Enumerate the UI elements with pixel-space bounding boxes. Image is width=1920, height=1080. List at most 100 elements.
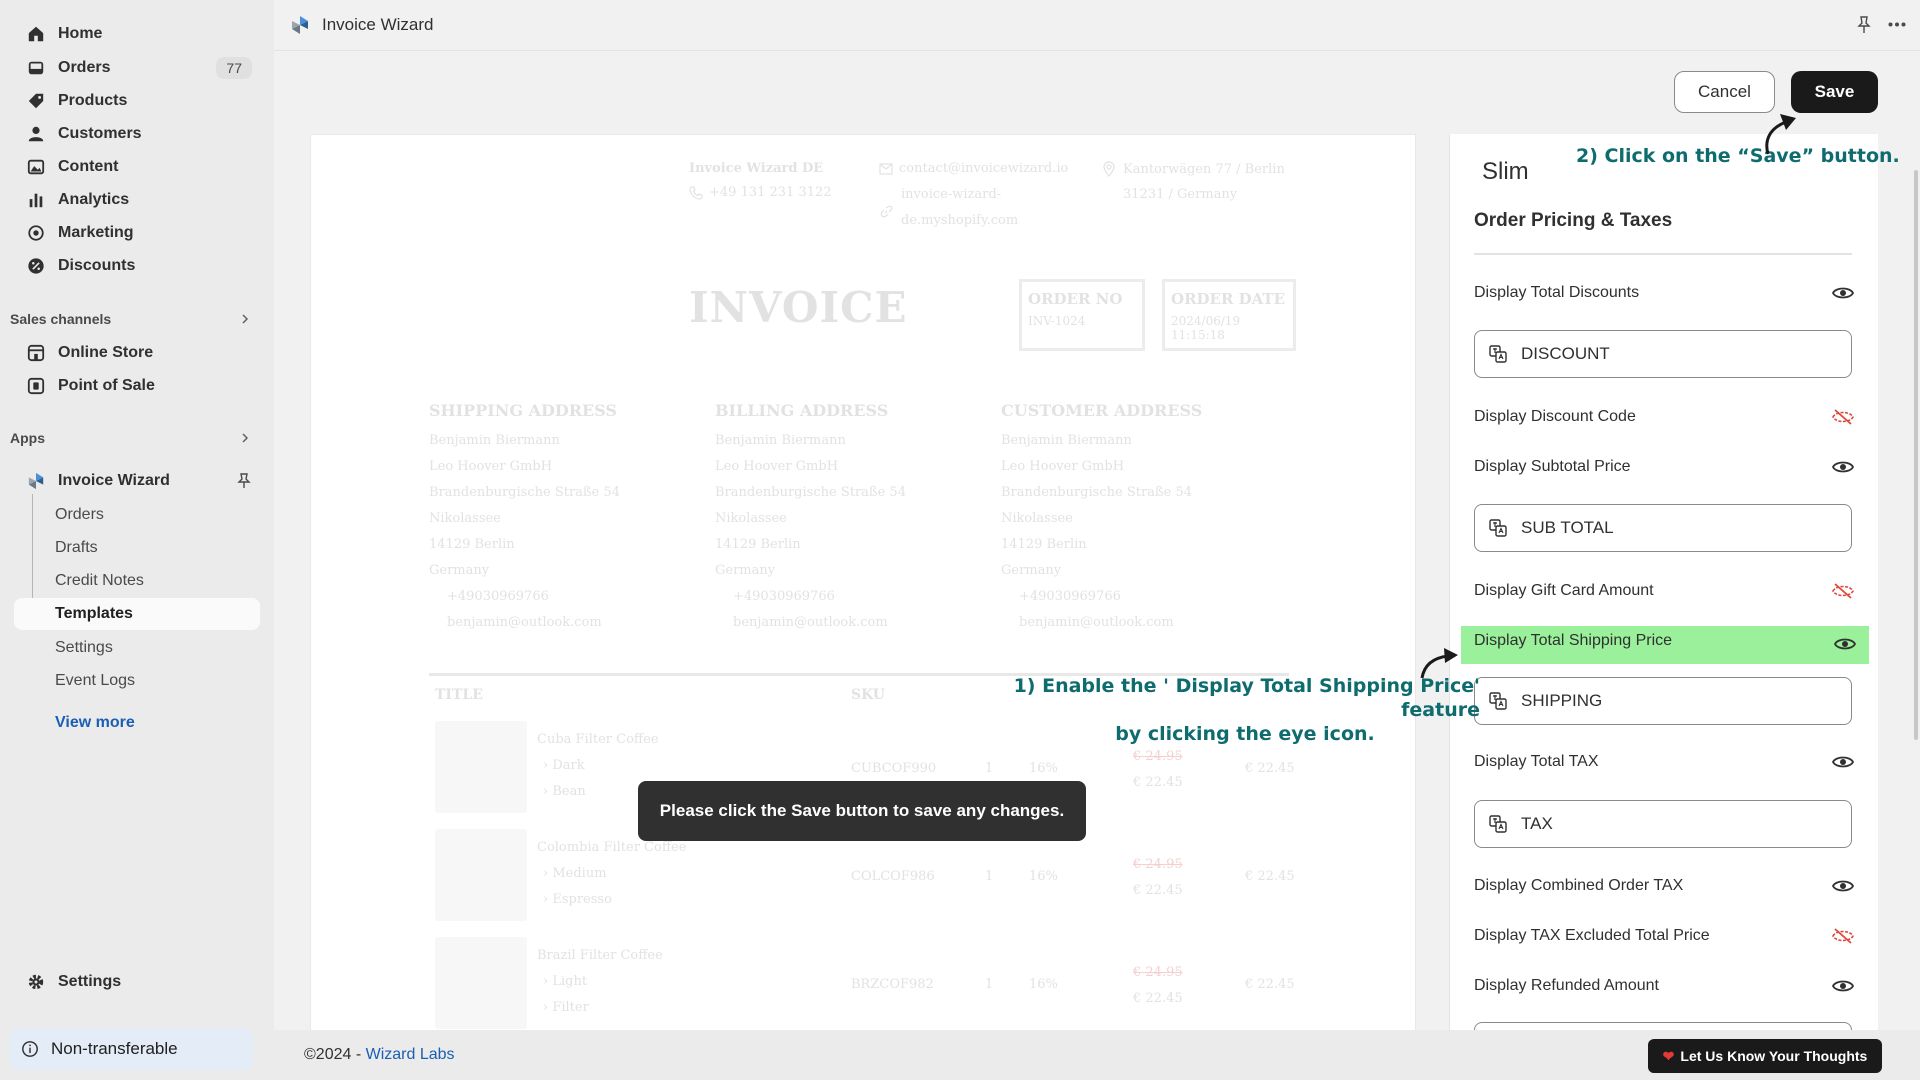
sales-channels-header[interactable]: Sales channels <box>10 311 256 327</box>
chevron-right-icon <box>240 314 250 324</box>
row-display-total-tax: Display Total TAX <box>1450 744 1878 780</box>
row-total: € 22.45 <box>1245 977 1295 992</box>
eye-icon[interactable] <box>1832 752 1854 772</box>
row-tax: 16% <box>1029 761 1058 776</box>
app-sub-templates[interactable]: Templates <box>14 598 260 630</box>
nav-orders[interactable]: Orders 77 <box>14 52 260 84</box>
row-old-price: € 24.95 <box>1133 749 1183 764</box>
app-title: Invoice Wizard <box>322 15 434 34</box>
panel-scrollbar[interactable] <box>1914 170 1918 740</box>
app-sub-drafts[interactable]: Drafts <box>14 532 260 564</box>
table-header-sku: SKU <box>851 687 885 703</box>
nav-customers[interactable]: Customers <box>14 118 260 150</box>
subtotal-label-input[interactable]: SUB TOTAL <box>1474 504 1852 552</box>
annotation-arrow-1-icon <box>1420 648 1458 679</box>
pos-icon <box>26 376 46 396</box>
nav-settings[interactable]: Settings <box>14 966 260 998</box>
order-date-box: ORDER DATE 2024/06/19 11:15:18 <box>1162 279 1296 351</box>
row-qty: 1 <box>985 977 994 992</box>
row-price: € 22.45 <box>1133 775 1183 790</box>
nav-point-of-sale[interactable]: Point of Sale <box>14 370 260 402</box>
gear-icon <box>26 972 46 992</box>
eye-icon[interactable] <box>1832 283 1854 303</box>
app-sub-settings[interactable]: Settings <box>14 632 260 664</box>
image-icon <box>26 157 46 177</box>
non-transferable-banner[interactable]: Non-transferable <box>9 1028 253 1070</box>
discount-label-input[interactable]: DISCOUNT <box>1474 330 1852 378</box>
nav-invoice-wizard[interactable]: Invoice Wizard <box>14 465 260 497</box>
settings-panel: Slim Order Pricing & Taxes Display Total… <box>1449 134 1878 1030</box>
more-options-icon[interactable] <box>1888 22 1906 27</box>
row-total: € 22.45 <box>1245 869 1295 884</box>
app-sub-credit-notes[interactable]: Credit Notes <box>14 565 260 597</box>
invoice-title: INVOICE <box>689 283 908 332</box>
mail-icon <box>879 162 893 175</box>
billing-address-block: BILLING ADDRESS Benjamin Biermann Leo Ho… <box>715 401 985 636</box>
orders-count-badge: 77 <box>216 57 252 79</box>
row-tax: 16% <box>1029 977 1058 992</box>
chevron-right-icon <box>240 433 250 443</box>
eye-icon[interactable] <box>1832 976 1854 996</box>
row-display-total-discounts: Display Total Discounts <box>1450 275 1878 311</box>
percent-icon <box>26 256 46 276</box>
eye-icon[interactable] <box>1832 876 1854 896</box>
eye-off-icon[interactable] <box>1832 926 1854 946</box>
eye-off-icon[interactable] <box>1832 581 1854 601</box>
pin-icon[interactable] <box>1856 16 1872 34</box>
section-divider <box>1474 253 1852 255</box>
feedback-button[interactable]: ❤ Let Us Know Your Thoughts <box>1648 1039 1882 1073</box>
table-row: Colombia Filter Coffee › Medium › Espres… <box>537 840 687 907</box>
tag-icon <box>26 91 46 111</box>
order-no-box: ORDER NO INV-1024 <box>1019 279 1145 351</box>
save-reminder-toast: Please click the Save button to save any… <box>638 781 1086 841</box>
nav-analytics[interactable]: Analytics <box>14 184 260 216</box>
row-sku: COLCOF986 <box>851 869 935 884</box>
eye-icon[interactable] <box>1834 634 1856 654</box>
nav-products[interactable]: Products <box>14 85 260 117</box>
translate-icon <box>1489 345 1507 363</box>
nav-content[interactable]: Content <box>14 151 260 183</box>
nav-marketing[interactable]: Marketing <box>14 217 260 249</box>
row-old-price: € 24.95 <box>1133 965 1183 980</box>
app-sub-event-logs[interactable]: Event Logs <box>14 665 260 697</box>
app-sub-orders[interactable]: Orders <box>14 499 260 531</box>
product-image <box>435 829 527 921</box>
view-more-link[interactable]: View more <box>55 714 135 732</box>
translate-icon <box>1489 519 1507 537</box>
apps-header[interactable]: Apps <box>10 430 256 446</box>
wizard-labs-link[interactable]: Wizard Labs <box>366 1046 455 1063</box>
invoice-site-line2: de.myshopify.com <box>901 213 1019 228</box>
location-pin-icon <box>1103 161 1115 177</box>
cancel-button[interactable]: Cancel <box>1674 71 1775 113</box>
nav-discounts[interactable]: Discounts <box>14 250 260 282</box>
product-image <box>435 937 527 1029</box>
inbox-icon <box>26 58 46 78</box>
sidebar: Home Orders 77 Products Customers Conten… <box>0 0 274 1080</box>
store-icon <box>26 343 46 363</box>
row-display-discount-code: Display Discount Code <box>1450 399 1878 435</box>
template-theme-name: Slim <box>1482 158 1529 185</box>
row-old-price: € 24.95 <box>1133 857 1183 872</box>
row-qty: 1 <box>985 869 994 884</box>
row-price: € 22.45 <box>1133 991 1183 1006</box>
row-tax: 16% <box>1029 869 1058 884</box>
row-sku: BRZCOF982 <box>851 977 934 992</box>
eye-off-icon[interactable] <box>1832 407 1854 427</box>
annotation-step-1: 1) Enable the ' Display Total Shipping P… <box>1013 675 1480 745</box>
refund-label-input[interactable] <box>1474 1022 1852 1030</box>
invoice-address: Kantorwägen 77 / Berlin <box>1103 161 1285 177</box>
nav-online-store[interactable]: Online Store <box>14 337 260 369</box>
invoice-site-line1: invoice-wizard- <box>901 187 1002 202</box>
row-display-combined-order-tax: Display Combined Order TAX <box>1450 868 1878 904</box>
shipping-label-input[interactable]: SHIPPING <box>1474 677 1852 725</box>
eye-icon[interactable] <box>1832 457 1854 477</box>
row-price: € 22.45 <box>1133 883 1183 898</box>
save-button[interactable]: Save <box>1791 71 1878 113</box>
invoice-phone: +49 131 231 3122 <box>689 185 832 200</box>
nav-home[interactable]: Home <box>14 18 260 50</box>
tax-label-input[interactable]: TAX <box>1474 800 1852 848</box>
row-display-total-shipping-price: Display Total Shipping Price <box>1461 626 1869 664</box>
shipping-address-block: SHIPPING ADDRESS Benjamin Biermann Leo H… <box>429 401 699 636</box>
pin-icon[interactable] <box>236 473 252 489</box>
top-bar: Invoice Wizard <box>274 0 1920 51</box>
